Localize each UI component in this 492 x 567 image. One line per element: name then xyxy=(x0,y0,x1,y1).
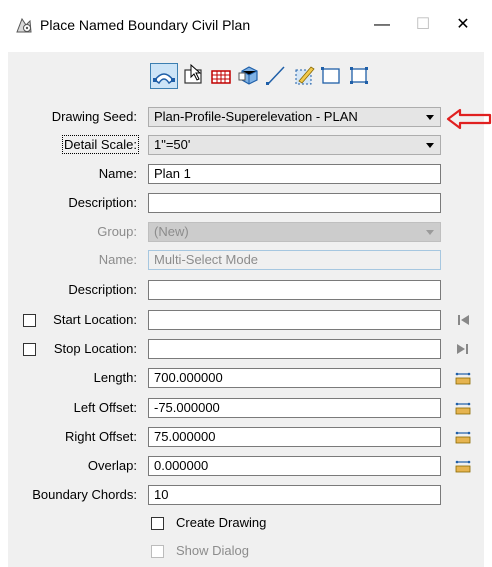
group-description-label: Description: xyxy=(68,282,137,297)
clip-volume-tool[interactable] xyxy=(346,63,374,89)
detail-scale-select[interactable]: 1"=50' xyxy=(148,135,441,155)
chevron-down-icon xyxy=(426,143,434,148)
title-bar: Place Named Boundary Civil Plan — ☐ ✕ xyxy=(0,0,492,52)
close-button[interactable]: ✕ xyxy=(448,10,478,40)
clip-volume-icon xyxy=(350,67,368,84)
group-description-input[interactable] xyxy=(148,280,441,300)
create-drawing-label[interactable]: Create Drawing xyxy=(176,514,266,532)
boundary-chords-input[interactable]: 10 xyxy=(148,485,441,505)
name-label: Name: xyxy=(98,166,137,181)
right-offset-input[interactable]: 75.000000 xyxy=(148,427,441,447)
cross-section-icon xyxy=(211,70,231,84)
show-dialog-checkbox xyxy=(151,545,164,558)
profile-icon xyxy=(184,63,202,84)
group-label: Group: xyxy=(97,224,137,239)
stop-location-label: Stop Location: xyxy=(53,341,137,356)
name-input[interactable]: Plan 1 xyxy=(148,164,441,184)
measure-length-icon[interactable] xyxy=(455,371,471,385)
detail-scale-value: 1"=50' xyxy=(154,137,191,152)
overlap-input[interactable]: 0.000000 xyxy=(148,456,441,476)
minimize-button[interactable]: — xyxy=(367,10,397,40)
app-icon xyxy=(16,17,32,33)
stop-location-input[interactable] xyxy=(148,339,441,359)
group-select: (New) xyxy=(148,222,441,242)
description-label: Description: xyxy=(68,195,137,210)
overlap-label: Overlap: xyxy=(87,458,137,473)
civil-plan-icon xyxy=(153,73,175,85)
chevron-down-icon xyxy=(426,115,434,120)
3d-cut-tool[interactable] xyxy=(236,63,264,89)
cross-section-tool[interactable] xyxy=(208,63,236,89)
drawing-seed-label: Drawing Seed: xyxy=(51,109,137,124)
drawing-seed-value: Plan-Profile-Superelevation - PLAN xyxy=(154,109,358,124)
maximize-button[interactable]: ☐ xyxy=(408,10,438,40)
show-dialog-label: Show Dialog xyxy=(176,543,249,558)
chevron-down-icon xyxy=(426,230,434,235)
length-label: Length: xyxy=(93,370,137,385)
stop-location-checkbox[interactable] xyxy=(23,343,36,356)
start-location-label: Start Location: xyxy=(53,312,137,327)
measure-overlap-icon[interactable] xyxy=(455,459,471,473)
group-name-label: Name: xyxy=(98,252,137,267)
measure-left-offset-icon[interactable] xyxy=(455,401,471,415)
drawing-seed-select[interactable]: Plan-Profile-Superelevation - PLAN xyxy=(148,107,441,127)
from-element-icon xyxy=(295,66,315,85)
start-location-input[interactable] xyxy=(148,310,441,330)
left-offset-label: Left Offset: xyxy=(73,400,137,415)
two-points-icon xyxy=(266,66,285,85)
measure-right-offset-icon[interactable] xyxy=(455,430,471,444)
red-arrow-annotation xyxy=(446,108,492,130)
create-drawing-checkbox[interactable] xyxy=(151,517,164,530)
left-offset-input[interactable]: -75.000000 xyxy=(148,398,441,418)
from-element-tool[interactable] xyxy=(291,63,319,89)
description-input[interactable] xyxy=(148,193,441,213)
group-value: (New) xyxy=(154,224,189,239)
start-location-checkbox[interactable] xyxy=(23,314,36,327)
boundary-chords-label: Boundary Chords: xyxy=(32,487,137,502)
group-name-input: Multi-Select Mode xyxy=(148,250,441,270)
3d-cut-icon xyxy=(238,66,258,85)
go-to-end-icon[interactable] xyxy=(455,342,471,356)
two-points-tool[interactable] xyxy=(263,63,291,89)
drawing-sheet-tool[interactable] xyxy=(318,63,346,89)
profile-tool[interactable] xyxy=(181,63,209,89)
go-to-start-icon[interactable] xyxy=(455,313,471,327)
window-title: Place Named Boundary Civil Plan xyxy=(40,17,251,33)
right-offset-label: Right Offset: xyxy=(64,429,137,444)
drawing-sheet-icon xyxy=(321,67,340,84)
length-input[interactable]: 700.000000 xyxy=(148,368,441,388)
detail-scale-label: Detail Scale: xyxy=(62,135,139,154)
civil-plan-tool[interactable] xyxy=(150,63,178,89)
